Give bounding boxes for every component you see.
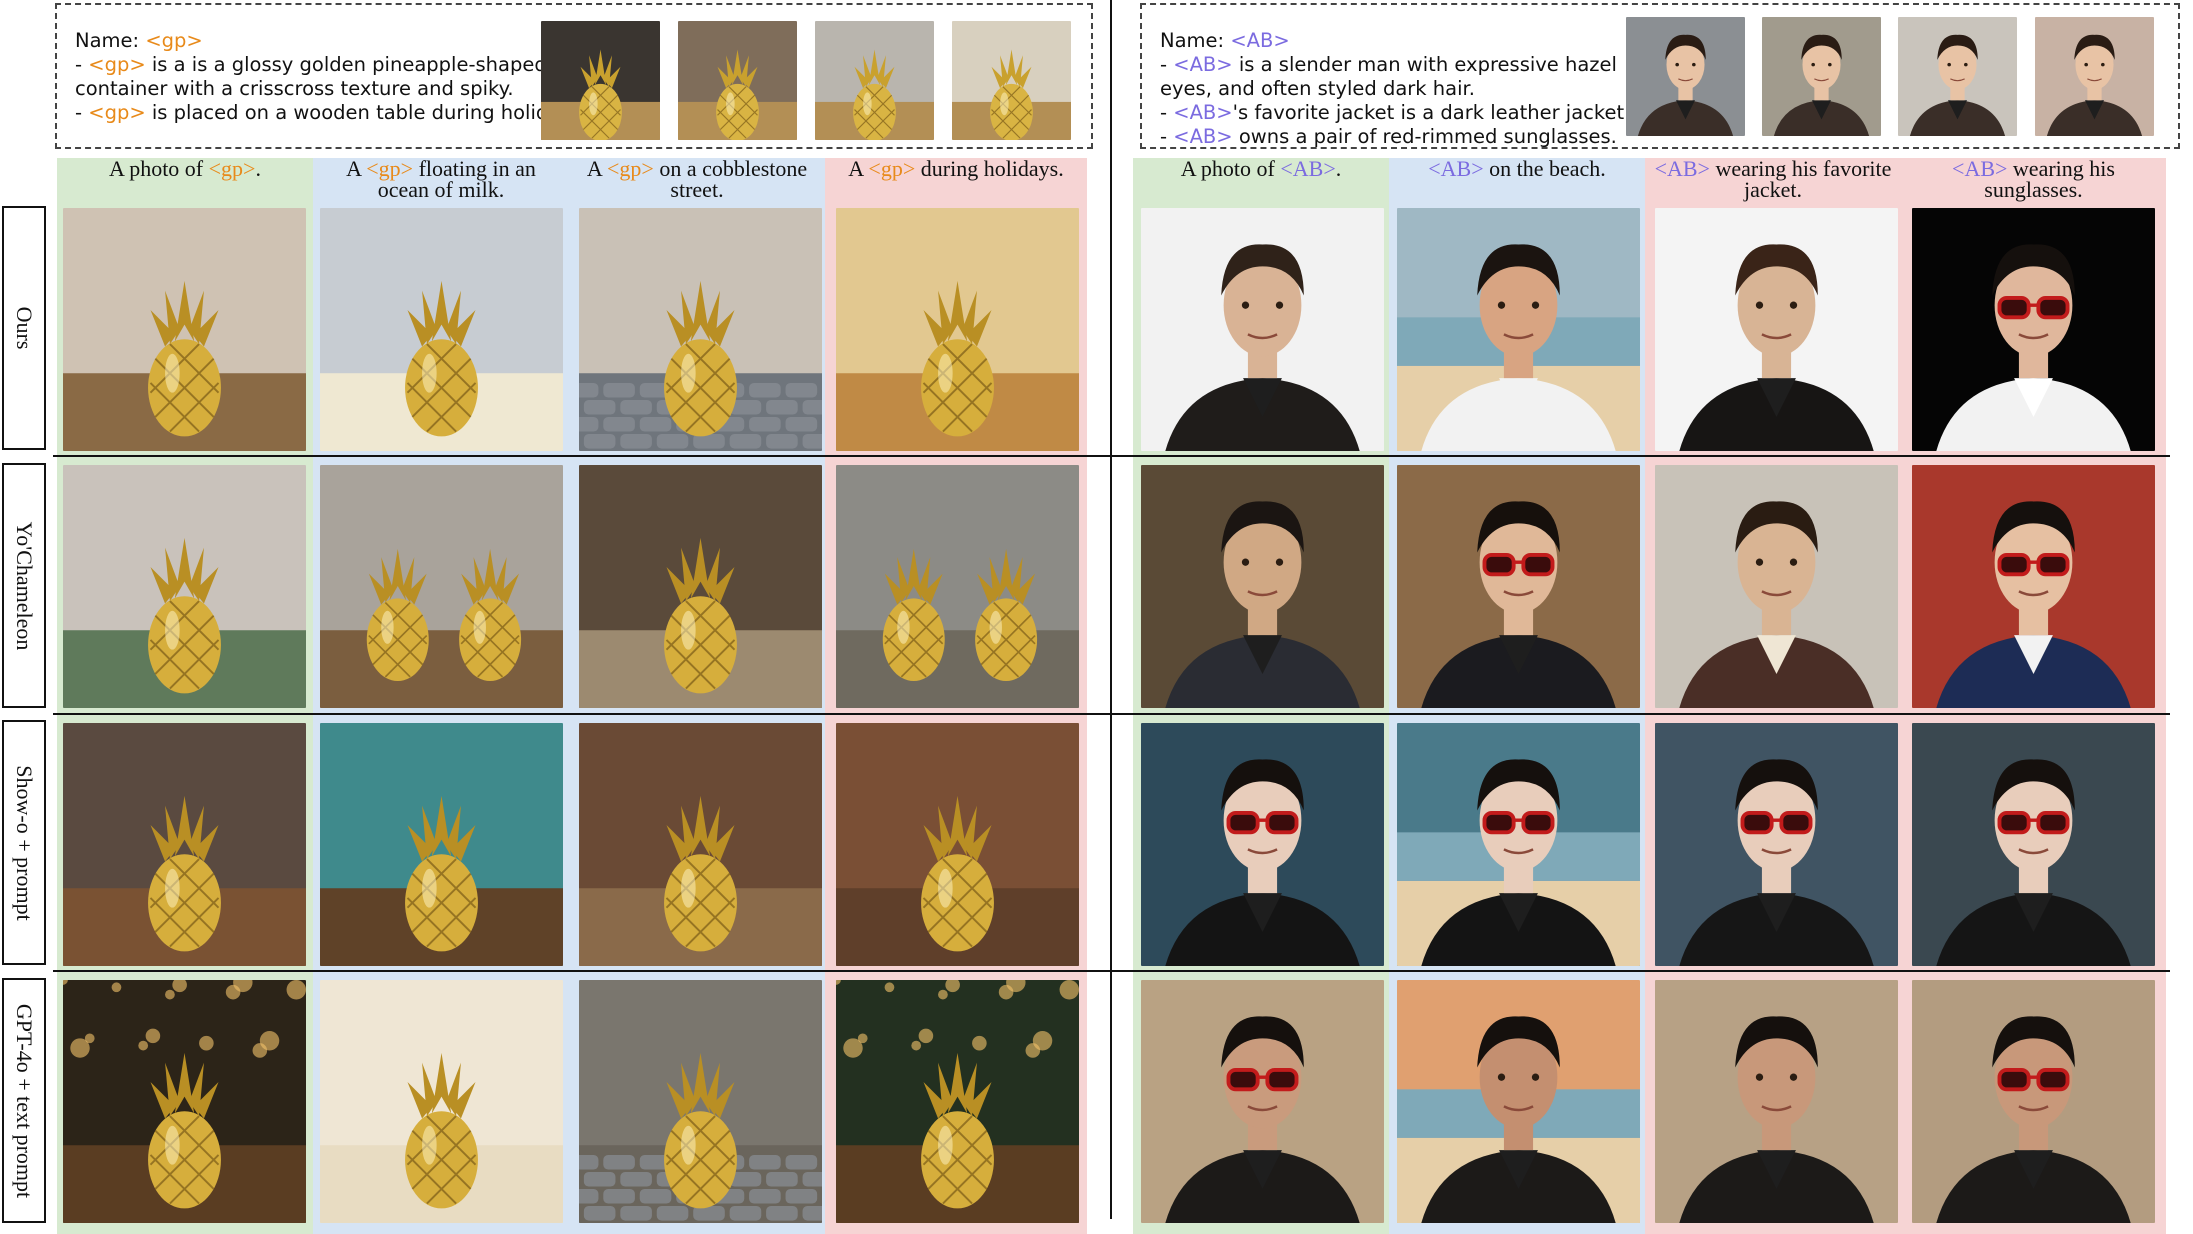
result-image-gpt4o-sunglasses-ab [1912, 980, 2155, 1223]
row-label-ours: Ours [2, 206, 46, 450]
col-header-sunglasses-ab: <AB> wearing his sunglasses. [1952, 156, 2115, 202]
reference-image-gp [678, 21, 797, 140]
result-image-ours-jacket-ab [1655, 208, 1898, 451]
result-image-gpt4o-street-gp [579, 980, 822, 1223]
col-header-photo-ab: A photo of <AB>. [1180, 156, 1342, 181]
result-image-yochameleon-milk-gp [320, 465, 563, 708]
row-separator [53, 455, 2170, 457]
result-image-gpt4o-milk-gp [320, 980, 563, 1223]
result-image-showo-beach-ab [1397, 723, 1640, 966]
result-image-ours-beach-ab [1397, 208, 1640, 451]
result-image-yochameleon-holidays-gp [836, 465, 1079, 708]
result-image-showo-street-gp [579, 723, 822, 966]
result-image-showo-photo-gp [63, 723, 306, 966]
col-header-holidays-gp: A <gp> during holidays. [848, 156, 1064, 181]
result-image-yochameleon-photo-ab [1141, 465, 1384, 708]
result-image-ours-holidays-gp [836, 208, 1079, 451]
result-image-ours-photo-ab [1141, 208, 1384, 451]
result-image-yochameleon-jacket-ab [1655, 465, 1898, 708]
row-label-yochameleon: Yo'Chameleon [2, 463, 46, 708]
result-image-gpt4o-beach-ab [1397, 980, 1640, 1223]
result-image-gpt4o-photo-ab [1141, 980, 1384, 1223]
result-image-showo-milk-gp [320, 723, 563, 966]
col-header-jacket-ab: <AB> wearing his favorite jacket. [1654, 156, 1892, 202]
result-image-ours-street-gp [579, 208, 822, 451]
concept-description-gp: Name: <gp> - <gp> is a is a glossy golde… [75, 29, 589, 124]
center-divider [1110, 0, 1112, 1219]
col-header-street-gp: A <gp> on a cobblestone street. [586, 156, 808, 202]
reference-image-ab [1626, 17, 1745, 136]
result-image-showo-sunglasses-ab [1912, 723, 2155, 966]
result-image-yochameleon-street-gp [579, 465, 822, 708]
reference-image-gp [541, 21, 660, 140]
row-separator [53, 713, 2170, 715]
reference-image-ab [2035, 17, 2154, 136]
col-header-milk-gp: A <gp> floating in an ocean of milk. [346, 156, 536, 202]
result-image-gpt4o-jacket-ab [1655, 980, 1898, 1223]
result-image-ours-photo-gp [63, 208, 306, 451]
result-image-showo-photo-ab [1141, 723, 1384, 966]
result-image-yochameleon-photo-gp [63, 465, 306, 708]
result-image-gpt4o-holidays-gp [836, 980, 1079, 1223]
reference-image-gp [952, 21, 1071, 140]
reference-image-gp [815, 21, 934, 140]
reference-image-ab [1762, 17, 1881, 136]
reference-image-ab [1898, 17, 2017, 136]
result-image-yochameleon-sunglasses-ab [1912, 465, 2155, 708]
row-label-showo: Show-o + prompt [2, 720, 46, 965]
concept-description-ab: Name: <AB> - <AB> is a slender man with … [1160, 29, 1631, 148]
result-image-showo-holidays-gp [836, 723, 1079, 966]
col-header-beach-ab: <AB> on the beach. [1428, 156, 1606, 181]
row-separator [53, 970, 2170, 972]
result-image-showo-jacket-ab [1655, 723, 1898, 966]
result-image-gpt4o-photo-gp [63, 980, 306, 1223]
col-header-photo-gp: A photo of <gp>. [109, 156, 261, 181]
result-image-ours-milk-gp [320, 208, 563, 451]
result-image-ours-sunglasses-ab [1912, 208, 2155, 451]
result-image-yochameleon-beach-ab [1397, 465, 1640, 708]
row-label-gpt4o: GPT-4o + text prompt [2, 978, 46, 1223]
